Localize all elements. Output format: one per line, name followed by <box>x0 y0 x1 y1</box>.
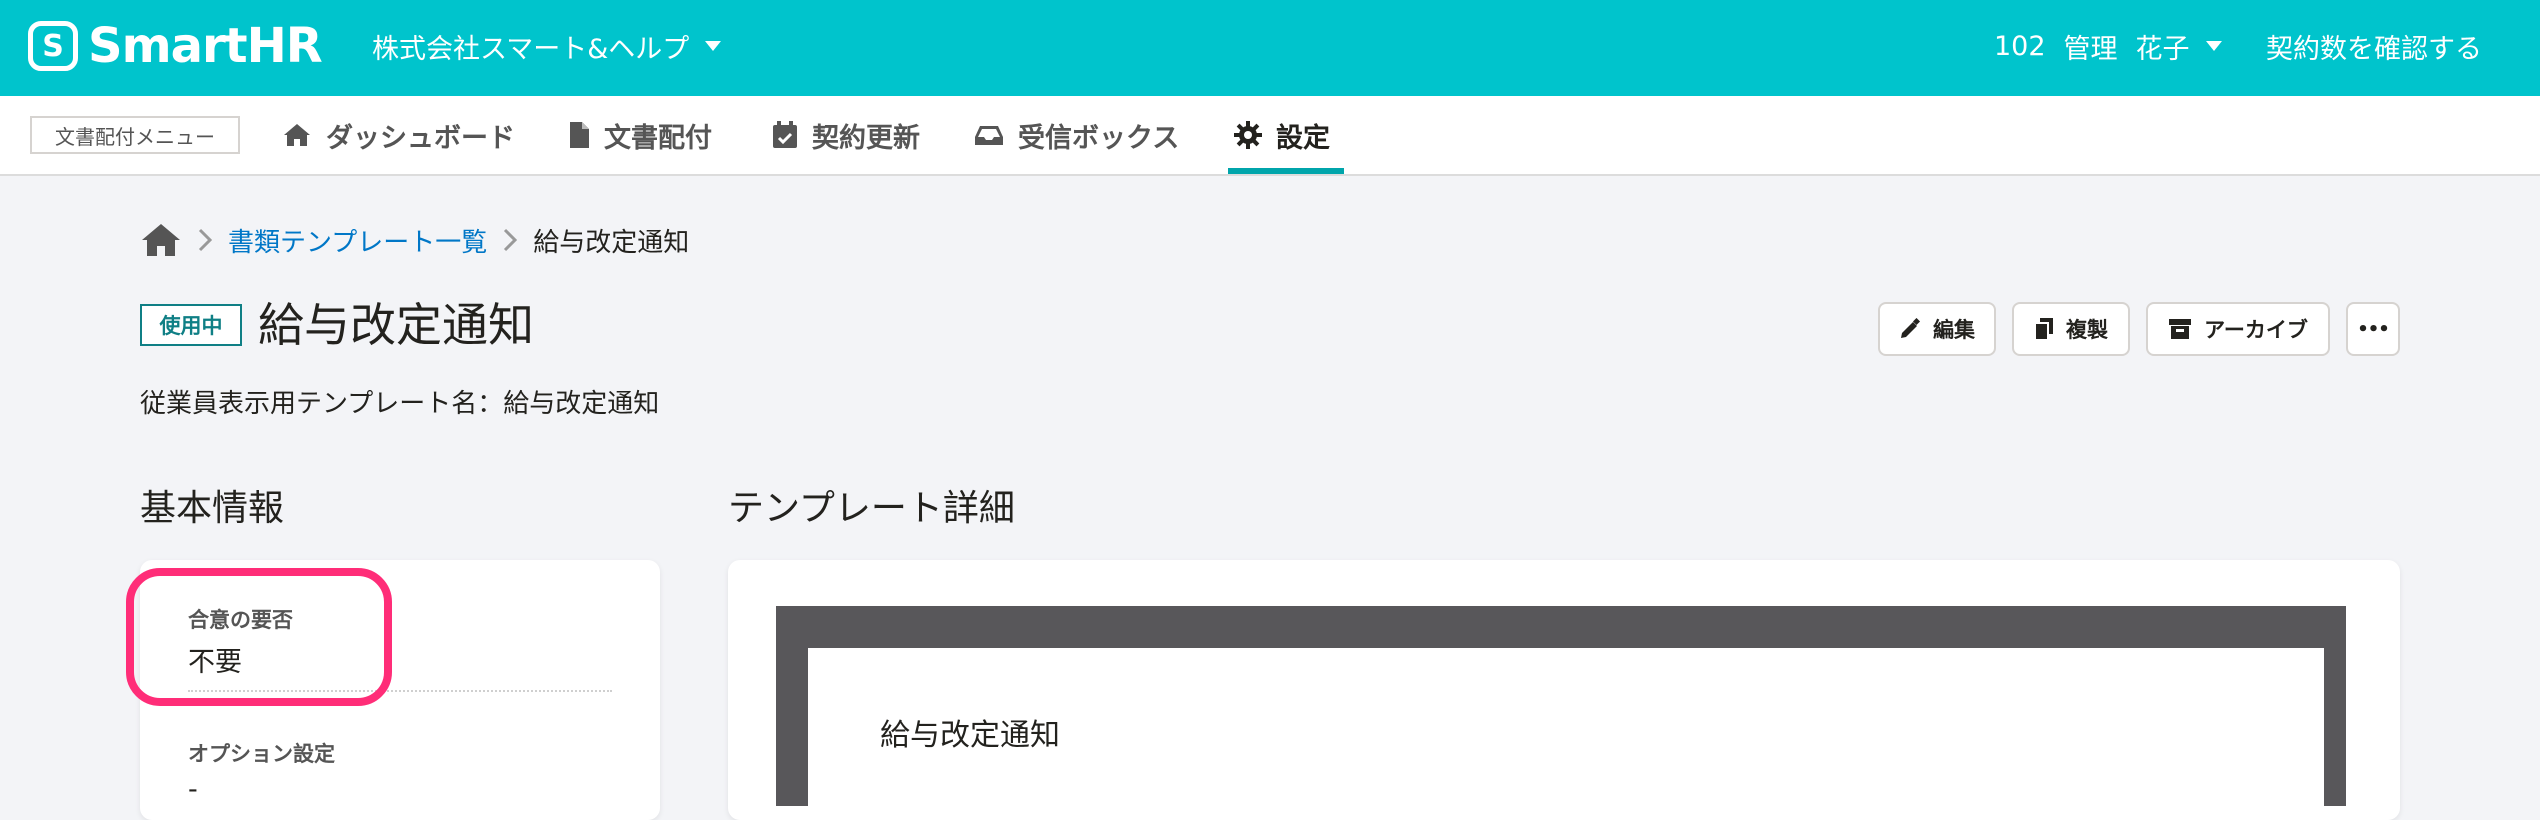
archive-button[interactable]: アーカイブ <box>2146 302 2330 356</box>
more-options-button[interactable]: ••• <box>2346 302 2400 356</box>
status-badge: 使用中 <box>140 304 242 346</box>
page-title: 給与改定通知 <box>258 298 534 352</box>
pencil-icon <box>1901 318 1921 338</box>
home-icon <box>284 124 310 146</box>
nav-label: 契約更新 <box>812 122 920 154</box>
breadcrumb-current: 給与改定通知 <box>533 227 690 258</box>
document-icon <box>570 122 589 148</box>
calendar-check-icon <box>773 121 797 148</box>
logo-text: SmartHR <box>88 18 323 74</box>
employee-template-name: 従業員表示用テンプレート名：給与改定通知 <box>140 389 660 419</box>
smarthr-logo[interactable]: S SmartHR <box>28 18 323 74</box>
chevron-down-icon <box>2205 41 2222 51</box>
nav-label: 設定 <box>1276 122 1330 154</box>
duplicate-label: 複製 <box>2066 318 2108 342</box>
active-tab-indicator <box>1228 168 1344 174</box>
breadcrumb-link-templates[interactable]: 書類テンプレート一覧 <box>228 222 487 259</box>
gear-icon <box>1234 121 1262 149</box>
edit-label: 編集 <box>1933 318 1975 342</box>
contract-count-link[interactable]: 契約数を確認する <box>2266 24 2482 68</box>
basic-info-heading: 基本情報 <box>140 488 285 529</box>
chevron-right-icon <box>504 228 518 252</box>
archive-icon <box>2169 319 2192 339</box>
nav-item-documents[interactable]: 文書配付 <box>568 96 712 174</box>
inbox-icon <box>975 126 1003 145</box>
copy-icon <box>2034 318 2053 341</box>
archive-label: アーカイブ <box>2204 318 2308 342</box>
document-preview-frame: 給与改定通知 <box>776 606 2346 820</box>
company-name: 株式会社スマート&ヘルプ <box>372 33 690 65</box>
field-value-options: - <box>188 774 198 805</box>
field-label-options: オプション設定 <box>188 742 335 766</box>
highlight-annotation <box>126 568 392 706</box>
nav-label: 受信ボックス <box>1018 122 1180 154</box>
nav-item-inbox[interactable]: 受信ボックス <box>974 96 1179 174</box>
chevron-right-icon <box>198 228 212 252</box>
menu-label: 文書配付メニュー <box>30 116 240 154</box>
user-number: 102 <box>1994 30 2046 62</box>
document-title: 給与改定通知 <box>880 718 1060 753</box>
edit-button[interactable]: 編集 <box>1878 302 1996 356</box>
template-detail-card: 給与改定通知 <box>728 560 2400 820</box>
template-detail-heading: テンプレート詳細 <box>728 488 1015 529</box>
home-icon[interactable] <box>140 222 182 258</box>
user-name-given: 花子 <box>2135 33 2190 65</box>
nav-item-settings[interactable]: 設定 <box>1234 96 1330 174</box>
breadcrumb: 書類テンプレート一覧 給与改定通知 <box>140 218 689 262</box>
nav-label: 文書配付 <box>604 122 712 154</box>
user-menu[interactable]: 102 管理 花子 <box>1994 24 2222 68</box>
logo-mark-icon: S <box>28 21 78 71</box>
nav-label: ダッシュボード <box>326 122 515 154</box>
duplicate-button[interactable]: 複製 <box>2012 302 2130 356</box>
user-name-family: 管理 <box>2063 33 2118 65</box>
more-icon: ••• <box>2357 318 2390 340</box>
top-header: S SmartHR 株式会社スマート&ヘルプ 102 管理 花子 契約数を確認す… <box>0 0 2540 96</box>
chevron-down-icon <box>705 41 722 51</box>
nav-item-dashboard[interactable]: ダッシュボード <box>282 96 515 174</box>
company-switcher[interactable]: 株式会社スマート&ヘルプ <box>372 24 722 68</box>
document-preview-page: 給与改定通知 <box>808 648 2324 820</box>
document-nav: 文書配付メニュー ダッシュボード 文書配付 契約更新 受信ボックス 設定 <box>0 96 2540 176</box>
nav-item-contract-renewal[interactable]: 契約更新 <box>772 96 920 174</box>
